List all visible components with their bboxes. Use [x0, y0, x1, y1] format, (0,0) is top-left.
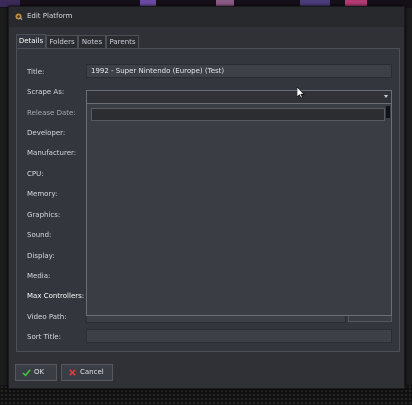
dropdown-scrollbar[interactable] — [386, 106, 390, 118]
release-date-label: Release Date: — [27, 109, 76, 117]
sort-title-label: Sort Title: — [27, 333, 61, 341]
title-field[interactable]: 1992 - Super Nintendo (Europe) (Test) — [86, 64, 392, 78]
display-label: Display: — [27, 252, 55, 260]
edit-platform-dialog: Edit Platform Details Folders Notes Pare… — [8, 6, 405, 389]
ok-label: OK — [34, 368, 45, 376]
checkmark-icon — [22, 369, 31, 377]
developer-label: Developer: — [27, 129, 66, 137]
cpu-label: CPU: — [27, 170, 44, 178]
tab-label: Parents — [109, 38, 136, 46]
max-controllers-label: Max Controllers: — [27, 292, 85, 300]
dropdown-search-input[interactable] — [91, 108, 385, 121]
window-title: Edit Platform — [27, 12, 73, 20]
chevron-down-icon[interactable] — [384, 95, 388, 98]
cancel-button[interactable]: Cancel — [61, 364, 113, 381]
scrape-as-label: Scrape As: — [27, 88, 65, 96]
graphics-label: Graphics: — [27, 211, 61, 219]
title-bar[interactable]: Edit Platform — [9, 7, 404, 27]
scrape-as-combobox[interactable] — [86, 90, 392, 104]
sort-title-field[interactable] — [86, 329, 392, 343]
tab-label: Folders — [49, 38, 75, 46]
tab-label: Details — [18, 37, 44, 45]
memory-label: Memory: — [27, 190, 58, 198]
media-label: Media: — [27, 272, 51, 280]
tab-details[interactable]: Details — [16, 34, 46, 48]
scrape-as-dropdown-list[interactable] — [86, 103, 392, 316]
mouse-pointer-icon — [297, 87, 305, 99]
x-icon — [69, 369, 76, 376]
sound-label: Sound: — [27, 231, 52, 239]
tab-notes[interactable]: Notes — [78, 35, 106, 48]
title-label: Title: — [27, 68, 45, 76]
cancel-label: Cancel — [80, 368, 104, 376]
tab-folders[interactable]: Folders — [46, 35, 78, 48]
ok-button[interactable]: OK — [15, 364, 57, 381]
tab-parents[interactable]: Parents — [106, 35, 139, 48]
tab-label: Notes — [81, 38, 103, 46]
manufacturer-label: Manufacturer: — [27, 149, 77, 157]
gear-wrench-icon — [15, 13, 23, 21]
video-path-label: Video Path: — [27, 313, 67, 321]
